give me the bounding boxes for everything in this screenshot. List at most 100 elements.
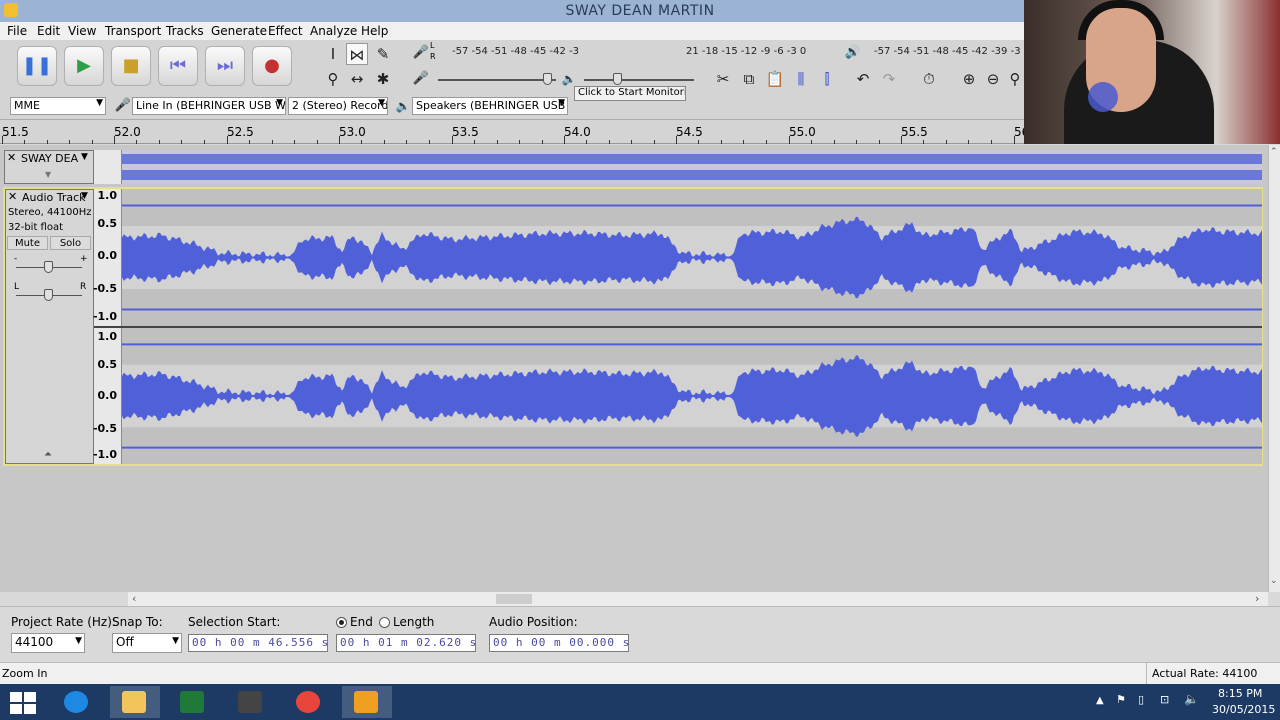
ruler-minor-tick — [654, 140, 655, 144]
paste-icon[interactable]: 📋 — [764, 68, 786, 90]
trim-icon[interactable]: ⫼ — [790, 68, 812, 90]
end-radio[interactable] — [336, 617, 347, 628]
envelope-tool-icon[interactable]: ⋈ — [346, 43, 368, 65]
scroll-left-icon[interactable]: ‹ — [132, 592, 136, 605]
selection-start-field[interactable]: 00 h 00 m 46.556 s — [188, 634, 328, 652]
scroll-thumb[interactable] — [496, 594, 532, 604]
input-device-select[interactable]: Line In (BEHRINGER USB WDM▼ — [132, 97, 286, 115]
waveform-channel-right[interactable] — [122, 328, 1262, 464]
copy-icon[interactable]: ⧉ — [738, 68, 760, 90]
close-icon[interactable]: ✕ — [8, 190, 17, 203]
menu-analyze[interactable]: Analyze — [310, 24, 357, 38]
tray-overflow-icon[interactable]: ▲ — [1096, 695, 1104, 706]
scroll-down-icon[interactable]: ⌄ — [1270, 576, 1278, 586]
record-meter-scale[interactable]: -57 -54 -51 -48 -45 -42 -3 — [452, 46, 579, 57]
stop-button[interactable]: ■ — [111, 46, 151, 86]
menu-file[interactable]: File — [7, 24, 27, 38]
record-button[interactable]: ● — [252, 46, 292, 86]
zoom-in-icon[interactable]: ⊕ — [958, 68, 980, 90]
menu-effect[interactable]: Effect — [268, 24, 303, 38]
zoom-out-icon[interactable]: ⊖ — [982, 68, 1004, 90]
volume-icon[interactable]: 🔈 — [1184, 692, 1199, 706]
host-select[interactable]: MME ▼ — [10, 97, 106, 115]
zoom-tool-icon[interactable]: ⚲ — [322, 68, 344, 90]
scroll-right-icon[interactable]: › — [1255, 592, 1259, 605]
gain-slider-knob[interactable] — [44, 261, 53, 273]
audio-position-field[interactable]: 00 h 00 m 00.000 s — [489, 634, 629, 652]
flag-icon[interactable]: ⚑ — [1116, 693, 1126, 706]
input-volume-slider[interactable] — [438, 79, 556, 81]
device-icon[interactable]: ▯ — [1138, 693, 1144, 706]
network-icon[interactable]: ⊡ — [1160, 693, 1169, 706]
play-meter-scale[interactable]: -57 -54 -51 -48 -45 -42 -39 -3 — [874, 46, 1021, 57]
windows-start-icon[interactable] — [10, 692, 36, 714]
scroll-up-icon[interactable]: ⌃ — [1270, 147, 1278, 157]
skip-start-button[interactable]: ⏮ — [158, 46, 198, 86]
store-icon[interactable] — [226, 686, 276, 718]
solo-button[interactable]: Solo — [50, 236, 91, 250]
draw-tool-icon[interactable]: ✎ — [372, 43, 394, 65]
menu-transport[interactable]: Transport — [105, 24, 161, 38]
file-explorer-icon[interactable] — [110, 686, 160, 718]
selection-tool-icon[interactable]: I — [322, 43, 344, 65]
collapse-track-icon[interactable]: ⏶ — [44, 449, 52, 460]
menu-tracks[interactable]: Tracks — [166, 24, 204, 38]
label-track-name[interactable]: SWAY DEA — [21, 152, 78, 165]
redo-icon[interactable]: ↷ — [878, 68, 900, 90]
audio-track-controls: ✕ Audio Track ▼ Stereo, 44100Hz 32-bit f… — [5, 189, 94, 464]
horizontal-scrollbar[interactable]: ‹ › — [128, 592, 1268, 606]
chevron-down-icon[interactable]: ▼ — [81, 191, 88, 201]
menu-help[interactable]: Help — [361, 24, 388, 38]
close-icon[interactable]: ✕ — [7, 151, 16, 164]
snap-to-select[interactable]: Off ▼ — [112, 633, 182, 653]
mute-button[interactable]: Mute — [7, 236, 48, 250]
play-button[interactable]: ▶ — [64, 46, 104, 86]
timeline-ruler[interactable]: 51.552.052.553.053.554.054.555.055.556.0 — [0, 120, 1041, 144]
vertical-scrollbar[interactable]: ⌃ ⌄ — [1268, 145, 1280, 592]
pan-slider-knob[interactable] — [44, 289, 53, 301]
menu-view[interactable]: View — [68, 24, 96, 38]
start-pane — [24, 704, 36, 714]
tray-time[interactable]: 8:15 PM — [1218, 687, 1262, 700]
play-meter-speaker-icon[interactable]: 🔊 — [842, 42, 864, 64]
menu-generate[interactable]: Generate — [211, 24, 267, 38]
record-meter-mic-icon[interactable]: 🎤 — [410, 42, 432, 64]
label-track-lane[interactable] — [122, 150, 1262, 184]
undo-icon[interactable]: ↶ — [852, 68, 874, 90]
selection-end-field[interactable]: 00 h 01 m 02.620 s — [336, 634, 476, 652]
silence-icon[interactable]: ⫿ — [816, 68, 838, 90]
output-device-select[interactable]: Speakers (BEHRINGER USB W ▼ — [412, 97, 568, 115]
skip-end-button[interactable]: ⏭ — [205, 46, 245, 86]
ie-icon[interactable] — [52, 686, 102, 718]
label-region[interactable] — [122, 154, 1262, 164]
audio-track-name[interactable]: Audio Track — [22, 191, 86, 204]
label-region[interactable] — [122, 170, 1262, 180]
excel-icon[interactable] — [168, 686, 218, 718]
tray-date[interactable]: 30/05/2015 — [1212, 703, 1275, 716]
fit-selection-icon[interactable]: ⚲ — [1004, 68, 1026, 90]
waveform-channel-left[interactable] — [122, 189, 1262, 326]
scale-label: -0.5 — [92, 422, 117, 435]
pause-button[interactable]: ❚❚ — [17, 46, 57, 86]
multi-tool-icon[interactable]: ✱ — [372, 68, 394, 90]
output-volume-knob[interactable] — [613, 73, 622, 85]
ruler-label: 52.5 — [227, 125, 254, 139]
timeshift-tool-icon[interactable]: ↔ — [346, 68, 368, 90]
length-radio[interactable] — [379, 617, 390, 628]
sync-lock-icon[interactable]: ⏱ — [918, 68, 940, 90]
record-meter-scale-tail[interactable]: 21 -18 -15 -12 -9 -6 -3 0 — [686, 46, 806, 57]
chevron-down-icon[interactable]: ▼ — [81, 152, 88, 162]
file-explorer-icon-glyph — [122, 691, 146, 713]
menu-edit[interactable]: Edit — [37, 24, 60, 38]
project-rate-select[interactable]: 44100 ▼ — [11, 633, 85, 653]
chrome-icon[interactable] — [284, 686, 334, 718]
audacity-icon[interactable] — [342, 686, 392, 718]
scale-label: 0.0 — [97, 249, 118, 262]
output-volume-slider[interactable] — [584, 79, 694, 81]
input-device-mic-icon: 🎤 — [114, 98, 132, 113]
channels-select[interactable]: 2 (Stereo) Recording▼ — [288, 97, 388, 115]
cut-icon[interactable]: ✂ — [712, 68, 734, 90]
input-volume-knob[interactable] — [543, 73, 552, 85]
collapse-icon[interactable]: ▼ — [45, 170, 51, 179]
meter-left-label: L — [430, 41, 435, 50]
